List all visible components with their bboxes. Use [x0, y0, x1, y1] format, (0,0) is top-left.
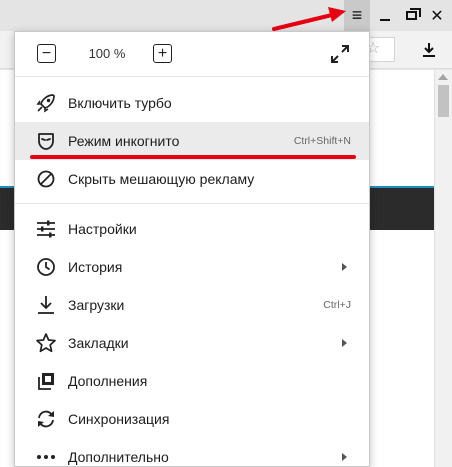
- incognito-mask-icon: [38, 133, 54, 150]
- menu-item-bookmarks[interactable]: Закладки: [15, 324, 369, 362]
- download-icon: [423, 43, 435, 57]
- menu-item-label: Включить турбо: [68, 95, 172, 111]
- zoom-controls: − 100 % +: [15, 32, 369, 76]
- download-icon: [38, 296, 54, 314]
- zoom-level: 100 %: [88, 46, 126, 61]
- menu-item-settings[interactable]: Настройки: [15, 210, 369, 248]
- block-icon: [37, 170, 55, 188]
- restore-button[interactable]: [398, 0, 424, 31]
- annotation-underline: [30, 155, 356, 159]
- menu-item-sync[interactable]: Синхронизация: [15, 400, 369, 438]
- keyboard-shortcut: Ctrl+Shift+N: [293, 135, 351, 147]
- scrollbar[interactable]: [434, 70, 452, 467]
- menu-item-turbo[interactable]: Включить турбо: [15, 84, 369, 122]
- submenu-arrow-icon: [342, 453, 347, 461]
- zoom-in-button[interactable]: +: [153, 44, 172, 63]
- scroll-thumb[interactable]: [438, 85, 449, 117]
- star-icon: [36, 333, 56, 353]
- sliders-icon: [37, 220, 55, 238]
- menu-item-label: Дополнительно: [68, 449, 169, 465]
- downloads-button[interactable]: [418, 38, 440, 62]
- browser-main-menu: − 100 % + Включить турбо Режим инкогнито…: [14, 31, 370, 467]
- menu-item-label: Настройки: [68, 221, 137, 237]
- sync-icon: [38, 410, 54, 428]
- restore-icon: [405, 8, 421, 20]
- menu-item-label: Дополнения: [68, 373, 148, 389]
- rocket-icon: [36, 94, 55, 113]
- extensions-icon: [38, 373, 54, 390]
- close-button[interactable]: ✕: [424, 0, 450, 31]
- menu-item-label: Режим инкогнито: [68, 133, 180, 149]
- menu-item-history[interactable]: История: [15, 248, 369, 286]
- menu-item-label: Синхронизация: [68, 411, 170, 427]
- zoom-out-button[interactable]: −: [37, 44, 56, 63]
- menu-item-label: Закладки: [68, 335, 129, 351]
- minimize-icon: [380, 19, 390, 21]
- menu-divider: [15, 203, 369, 204]
- keyboard-shortcut: Ctrl+J: [323, 299, 351, 311]
- submenu-arrow-icon: [342, 339, 347, 347]
- menu-item-downloads[interactable]: Загрузки Ctrl+J: [15, 286, 369, 324]
- minimize-button[interactable]: [372, 0, 398, 31]
- menu-item-block-ads[interactable]: Скрыть мешающую рекламу: [15, 160, 369, 198]
- annotation-arrow: [272, 7, 346, 31]
- menu-item-label: Скрыть мешающую рекламу: [68, 171, 255, 187]
- menu-item-label: Загрузки: [68, 297, 125, 313]
- fullscreen-icon[interactable]: [330, 44, 350, 64]
- clock-icon: [37, 258, 55, 276]
- menu-divider: [15, 76, 369, 77]
- menu-item-extensions[interactable]: Дополнения: [15, 362, 369, 400]
- menu-item-label: История: [68, 259, 123, 275]
- scroll-up-icon[interactable]: [438, 74, 448, 80]
- menu-item-more[interactable]: Дополнительно: [15, 438, 369, 467]
- submenu-arrow-icon: [342, 263, 347, 271]
- more-dots-icon: [37, 455, 55, 459]
